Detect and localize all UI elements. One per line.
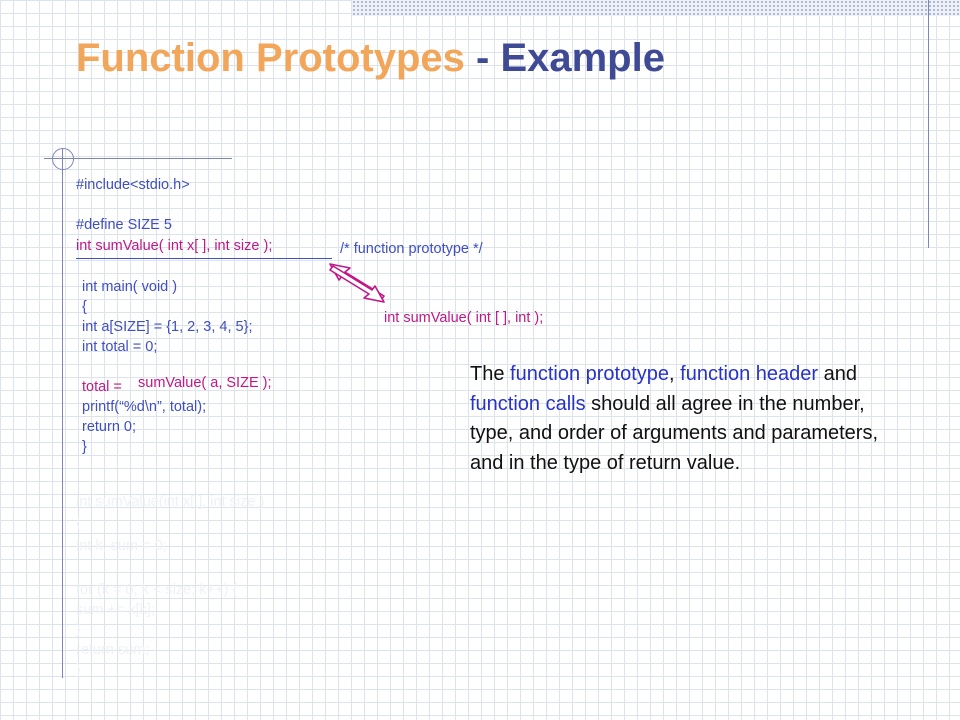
slide-title: Function Prototypes - Example [76, 36, 665, 81]
code-main-line-1: int main( void ) [82, 279, 178, 295]
code-prototype-comment: /* function prototype */ [340, 241, 483, 257]
desc-text-2: , [669, 363, 681, 385]
desc-text-1: The [470, 363, 511, 385]
decor-circle [52, 148, 74, 170]
code-call-rhs: sumValue( a, SIZE ); [138, 375, 272, 391]
code-include: #include<stdio.h> [76, 177, 190, 193]
code-main-line-3: int a[SIZE] = {1, 2, 3, 4, 5}; [82, 319, 253, 335]
description-paragraph: The function prototype, function header … [470, 360, 880, 478]
code-def-line-1: int sumValue(int x[ ], int size ) [76, 494, 265, 510]
desc-highlight-prototype: function prototype [510, 363, 670, 385]
code-main-tail-2: return 0; [82, 419, 136, 435]
code-def-line-5: for (k = 0; k < size; k++) { [76, 582, 238, 598]
code-def-line-3: int k, sum = 0; [76, 538, 167, 554]
prototype-underline [76, 258, 332, 259]
code-define: #define SIZE 5 [76, 217, 172, 233]
code-main-line-4: int total = 0; [82, 339, 158, 355]
double-arrow-icon [329, 263, 385, 303]
right-rule-line [928, 0, 929, 248]
desc-highlight-calls: function calls [470, 392, 586, 415]
code-main-tail-3: } [82, 439, 87, 455]
decor-vertical-line [62, 148, 63, 678]
code-def-line-7: } [76, 622, 81, 638]
code-main-line-2: { [82, 299, 87, 315]
title-part-2: - Example [464, 36, 665, 80]
code-def-line-9: } [76, 662, 81, 678]
code-main-tail-1: printf(“%d\n”, total); [82, 399, 207, 415]
top-decorative-band [352, 0, 960, 16]
code-def-line-8: return sum; [76, 642, 150, 658]
desc-highlight-header: function header [680, 363, 819, 385]
code-prototype: int sumValue( int x[ ], int size ); [76, 238, 273, 254]
code-def-line-2: { [76, 516, 81, 532]
title-part-1: Function Prototypes [76, 36, 465, 80]
code-def-line-6: sum += x[k]; [76, 602, 155, 618]
desc-text-3: and [818, 363, 857, 385]
code-alt-prototype: int sumValue( int [ ], int ); [384, 310, 544, 326]
code-call-lhs: total = [82, 379, 122, 395]
